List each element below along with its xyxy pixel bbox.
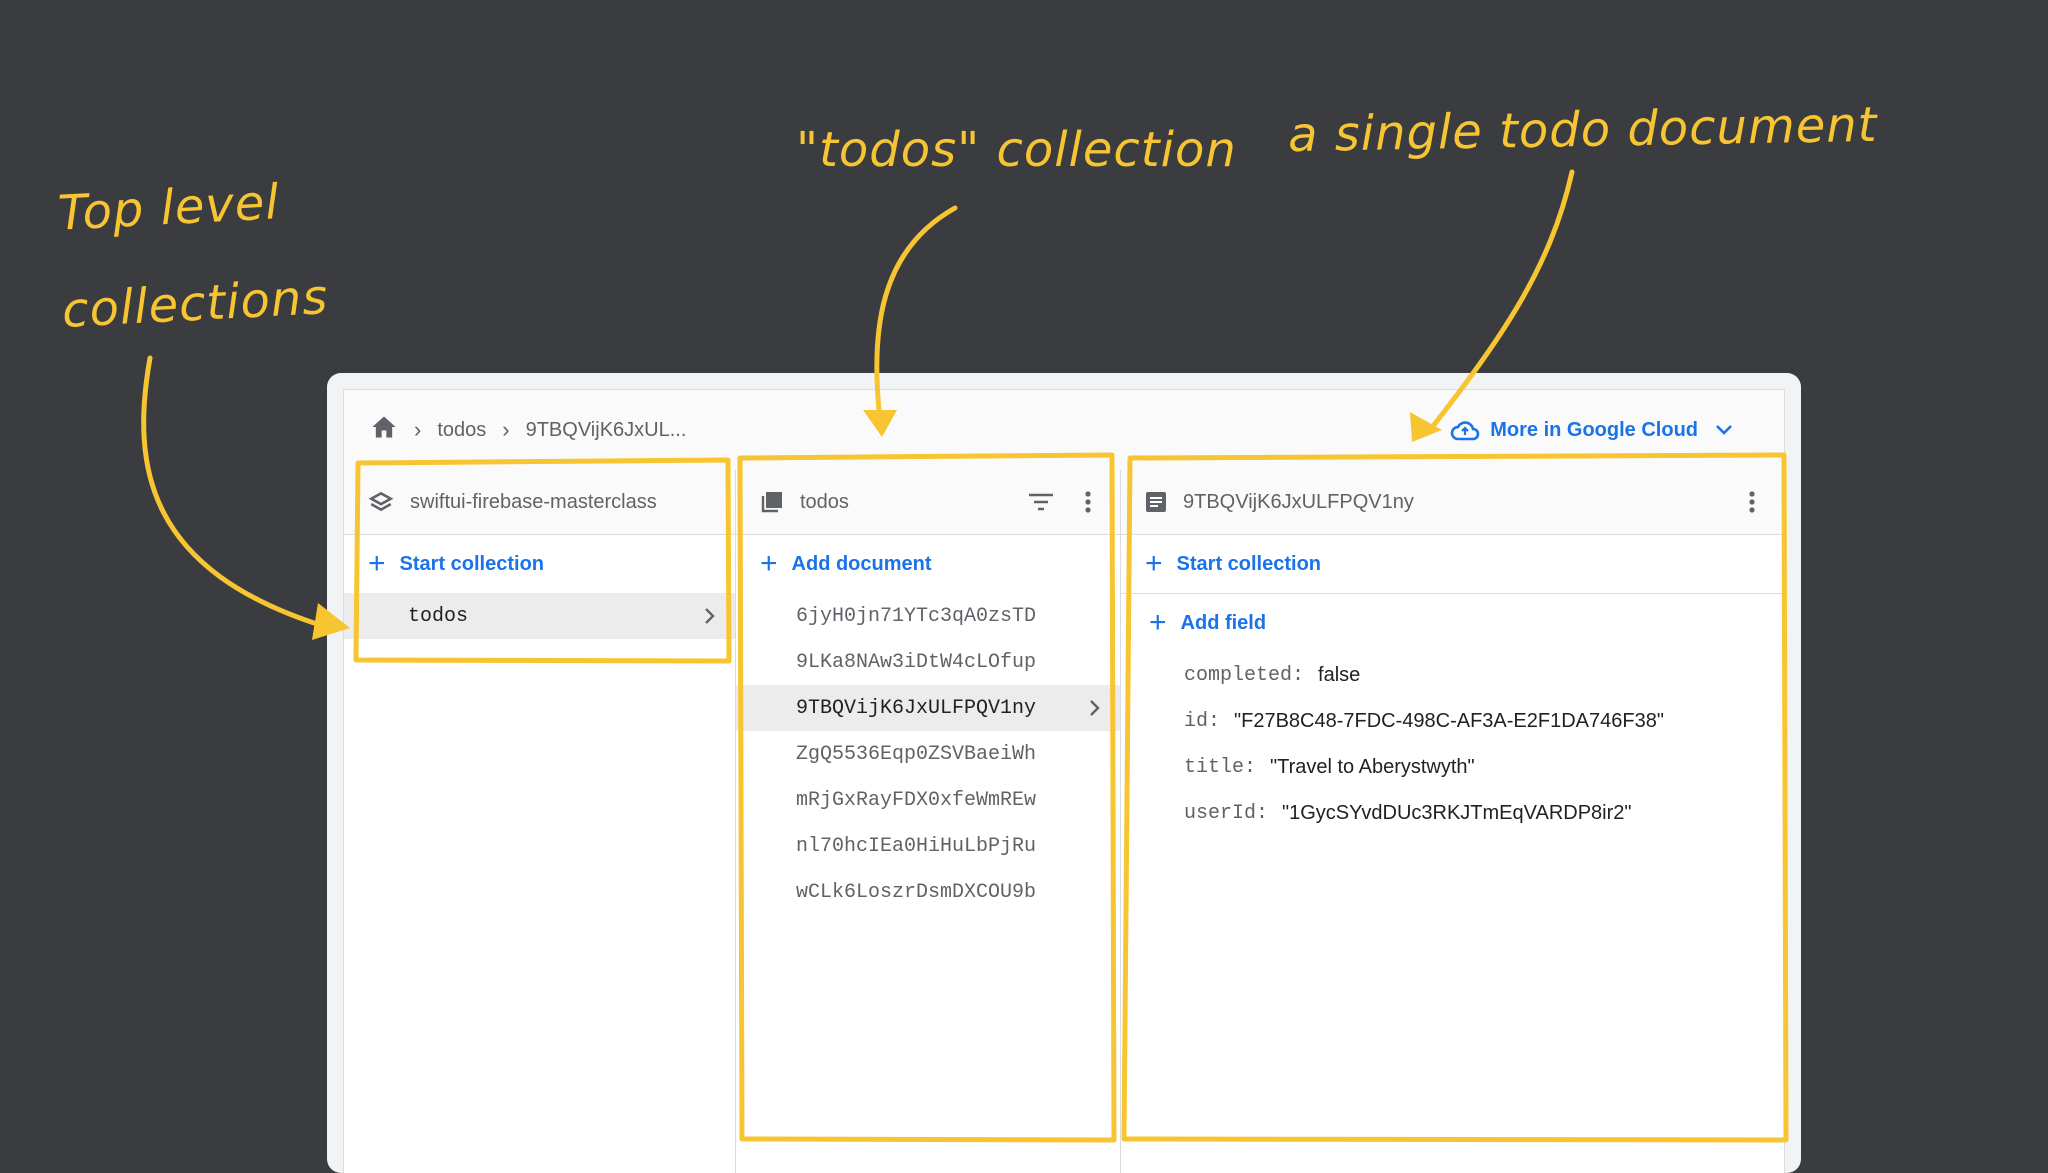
document-item[interactable]: 9LKa8NAw3iDtW4cLOfup [736, 639, 1120, 685]
field-row[interactable]: id: "F27B8C48-7FDC-498C-AF3A-E2F1DA746F38… [1121, 698, 1784, 744]
plus-icon: + [1145, 547, 1163, 580]
start-subcollection-button[interactable]: + Start collection [1121, 535, 1784, 594]
document-panel-header: 9TBQVijK6JxULFPQV1ny [1121, 470, 1784, 535]
annotation-collections: collections [60, 269, 330, 339]
add-document-button[interactable]: + Add document [736, 535, 1120, 593]
annotation-todos-collection: "todos" collection [796, 122, 1237, 178]
cloud-icon [1450, 421, 1480, 441]
chevron-down-icon [1716, 425, 1732, 435]
breadcrumb-todos[interactable]: todos [437, 419, 486, 442]
start-subcollection-label: Start collection [1176, 552, 1322, 575]
document-id: mRjGxRayFDX0xfeWmREw [796, 788, 1037, 812]
start-collection-button[interactable]: + Start collection [344, 535, 735, 593]
field-key: title: [1184, 755, 1257, 779]
start-collection-label: Start collection [399, 552, 545, 575]
field-value: "Travel to Aberystwyth" [1270, 755, 1475, 778]
document-item[interactable]: mRjGxRayFDX0xfeWmREw [736, 777, 1120, 823]
collection-title: todos [800, 490, 849, 513]
chevron-right-icon [1088, 685, 1102, 731]
more-vert-icon[interactable] [1084, 490, 1092, 514]
document-id: wCLk6LoszrDsmDXCOU9b [796, 880, 1037, 904]
annotation-single-document: a single todo document [1287, 96, 1878, 164]
field-value: "F27B8C48-7FDC-498C-AF3A-E2F1DA746F38" [1234, 709, 1664, 732]
add-document-label: Add document [791, 552, 932, 575]
field-row[interactable]: title: "Travel to Aberystwyth" [1121, 744, 1784, 790]
document-title: 9TBQVijK6JxULFPQV1ny [1183, 490, 1414, 513]
chevron-right-icon: › [414, 417, 422, 442]
document-id: 9TBQVijK6JxULFPQV1ny [796, 696, 1037, 720]
firestore-window: › todos › 9TBQVijK6JxUL... More in Googl… [327, 373, 1801, 1173]
google-cloud-label: More in Google Cloud [1490, 418, 1698, 441]
chevron-right-icon [703, 593, 717, 639]
collection-item-todos[interactable]: todos [344, 593, 735, 639]
root-panel-header: swiftui-firebase-masterclass [344, 470, 735, 535]
breadcrumb: › todos › 9TBQVijK6JxUL... [370, 390, 686, 470]
more-in-google-cloud-button[interactable]: More in Google Cloud [1450, 390, 1744, 470]
filter-icon[interactable] [1028, 492, 1054, 512]
document-item[interactable]: nl70hcIEa0HiHuLbPjRu [736, 823, 1120, 869]
root-panel: swiftui-firebase-masterclass + Start col… [344, 470, 736, 1173]
field-value: "1GycSYvdDUc3RKJTmEqVARDP8ir2" [1282, 801, 1632, 824]
document-id: 6jyH0jn71YTc3qA0zsTD [796, 604, 1037, 628]
arrow-top-level [141, 355, 323, 628]
field-row[interactable]: completed: false [1121, 652, 1784, 698]
annotation-top-level: Top level [56, 174, 281, 242]
document-item[interactable]: wCLk6LoszrDsmDXCOU9b [736, 869, 1120, 915]
project-title: swiftui-firebase-masterclass [410, 490, 657, 513]
field-value: false [1318, 663, 1361, 686]
field-key: userId: [1184, 801, 1269, 825]
document-panel: 9TBQVijK6JxULFPQV1ny + Start collection … [1121, 470, 1784, 1173]
add-field-button[interactable]: + Add field [1121, 594, 1784, 652]
plus-icon: + [760, 547, 778, 580]
document-item[interactable]: ZgQ5536Eqp0ZSVBaeiWh [736, 731, 1120, 777]
document-id: 9LKa8NAw3iDtW4cLOfup [796, 650, 1037, 674]
document-icon [1146, 492, 1166, 512]
chevron-right-icon: › [502, 417, 510, 442]
home-icon[interactable] [370, 414, 398, 446]
document-id: ZgQ5536Eqp0ZSVBaeiWh [796, 742, 1037, 766]
document-item[interactable]: 6jyH0jn71YTc3qA0zsTD [736, 593, 1120, 639]
collection-panel-header: todos [736, 470, 1120, 535]
field-key: completed: [1184, 663, 1305, 687]
top-bar: › todos › 9TBQVijK6JxUL... More in Googl… [344, 390, 1784, 470]
firestore-icon [368, 491, 394, 512]
breadcrumb-document[interactable]: 9TBQVijK6JxUL... [526, 419, 687, 442]
plus-icon: + [1149, 606, 1167, 639]
document-id: nl70hcIEa0HiHuLbPjRu [796, 834, 1037, 858]
field-key: id: [1184, 709, 1221, 733]
collection-icon [761, 492, 782, 513]
plus-icon: + [368, 547, 386, 580]
data-panel: › todos › 9TBQVijK6JxUL... More in Googl… [343, 389, 1785, 1173]
collection-panel: todos + Add document 6jyH0jn71YTc3qA0zsT… [736, 470, 1121, 1173]
more-vert-icon[interactable] [1748, 490, 1756, 514]
field-row[interactable]: userId: "1GycSYvdDUc3RKJTmEqVARDP8ir2" [1121, 790, 1784, 836]
add-field-label: Add field [1180, 611, 1267, 634]
collection-name: todos [408, 604, 469, 628]
document-item-selected[interactable]: 9TBQVijK6JxULFPQV1ny [736, 685, 1120, 731]
